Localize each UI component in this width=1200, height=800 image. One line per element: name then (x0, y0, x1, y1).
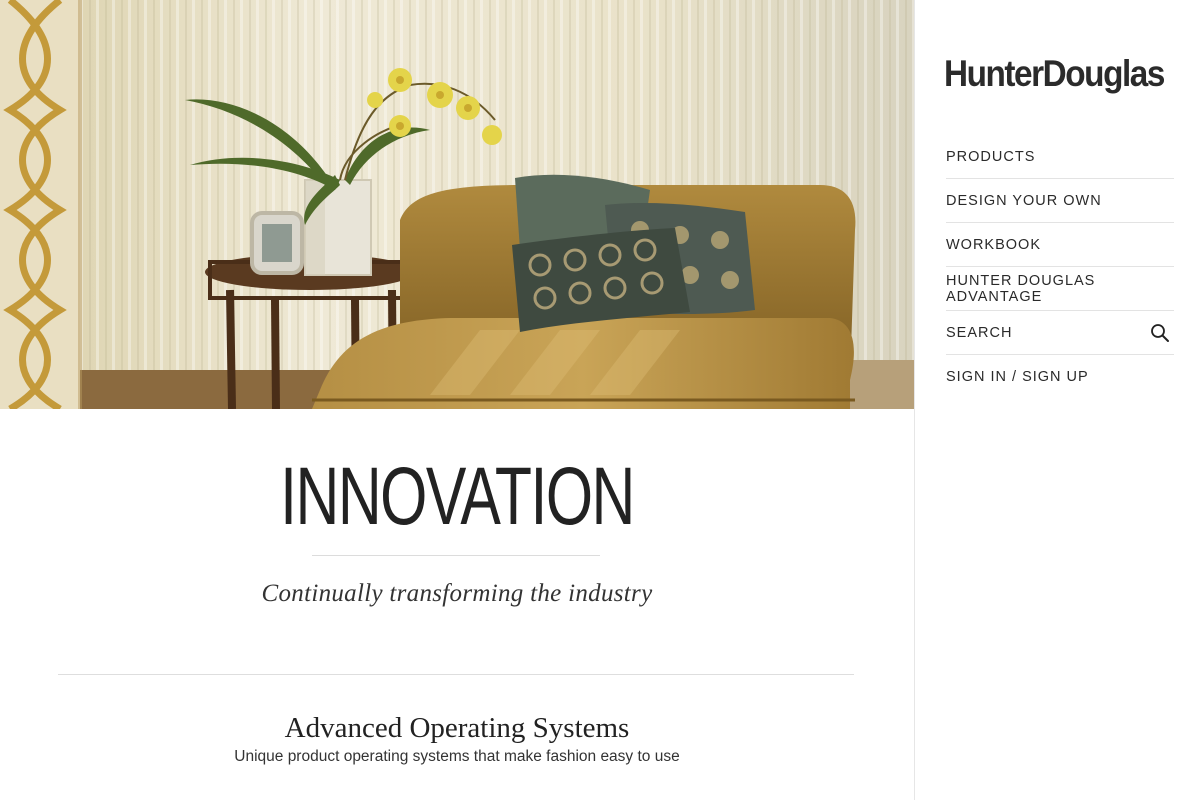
nav-item-label: WORKBOOK (946, 236, 1042, 253)
nav-item-design-your-own[interactable]: DESIGN YOUR OWN (946, 179, 1174, 223)
nav-item-workbook[interactable]: WORKBOOK (946, 223, 1174, 267)
sidebar-nav: PRODUCTS DESIGN YOUR OWN WORKBOOK HUNTER… (946, 135, 1174, 399)
hero-photo-living-room (0, 0, 914, 409)
nav-item-products[interactable]: PRODUCTS (946, 135, 1174, 179)
hero-image (0, 0, 914, 409)
main-content: INNOVATION Continually transforming the … (0, 0, 914, 800)
title-divider (312, 555, 600, 556)
brand-logo[interactable]: HunterDouglas (944, 52, 1165, 96)
nav-item-label: DESIGN YOUR OWN (946, 192, 1102, 209)
section-description: Unique product operating systems that ma… (234, 748, 680, 765)
nav-item-hunter-douglas-advantage[interactable]: HUNTER DOUGLAS ADVANTAGE (946, 267, 1174, 311)
nav-item-label: PRODUCTS (946, 148, 1036, 165)
page-tagline: Continually transforming the industry (261, 580, 653, 607)
sidebar: HunterDouglas PRODUCTS DESIGN YOUR OWN W… (914, 0, 1200, 800)
section-divider (58, 674, 854, 675)
nav-item-label: HUNTER DOUGLAS ADVANTAGE (946, 272, 1096, 305)
page-title: INNOVATION (280, 451, 635, 542)
nav-item-search[interactable]: SEARCH (946, 311, 1174, 355)
nav-item-sign-in[interactable]: SIGN IN / SIGN UP (946, 355, 1174, 399)
section-heading: Advanced Operating Systems (284, 712, 630, 744)
nav-item-label: SIGN IN / SIGN UP (946, 369, 1089, 385)
nav-item-label: SEARCH (946, 324, 1013, 341)
search-icon[interactable] (1150, 323, 1170, 343)
